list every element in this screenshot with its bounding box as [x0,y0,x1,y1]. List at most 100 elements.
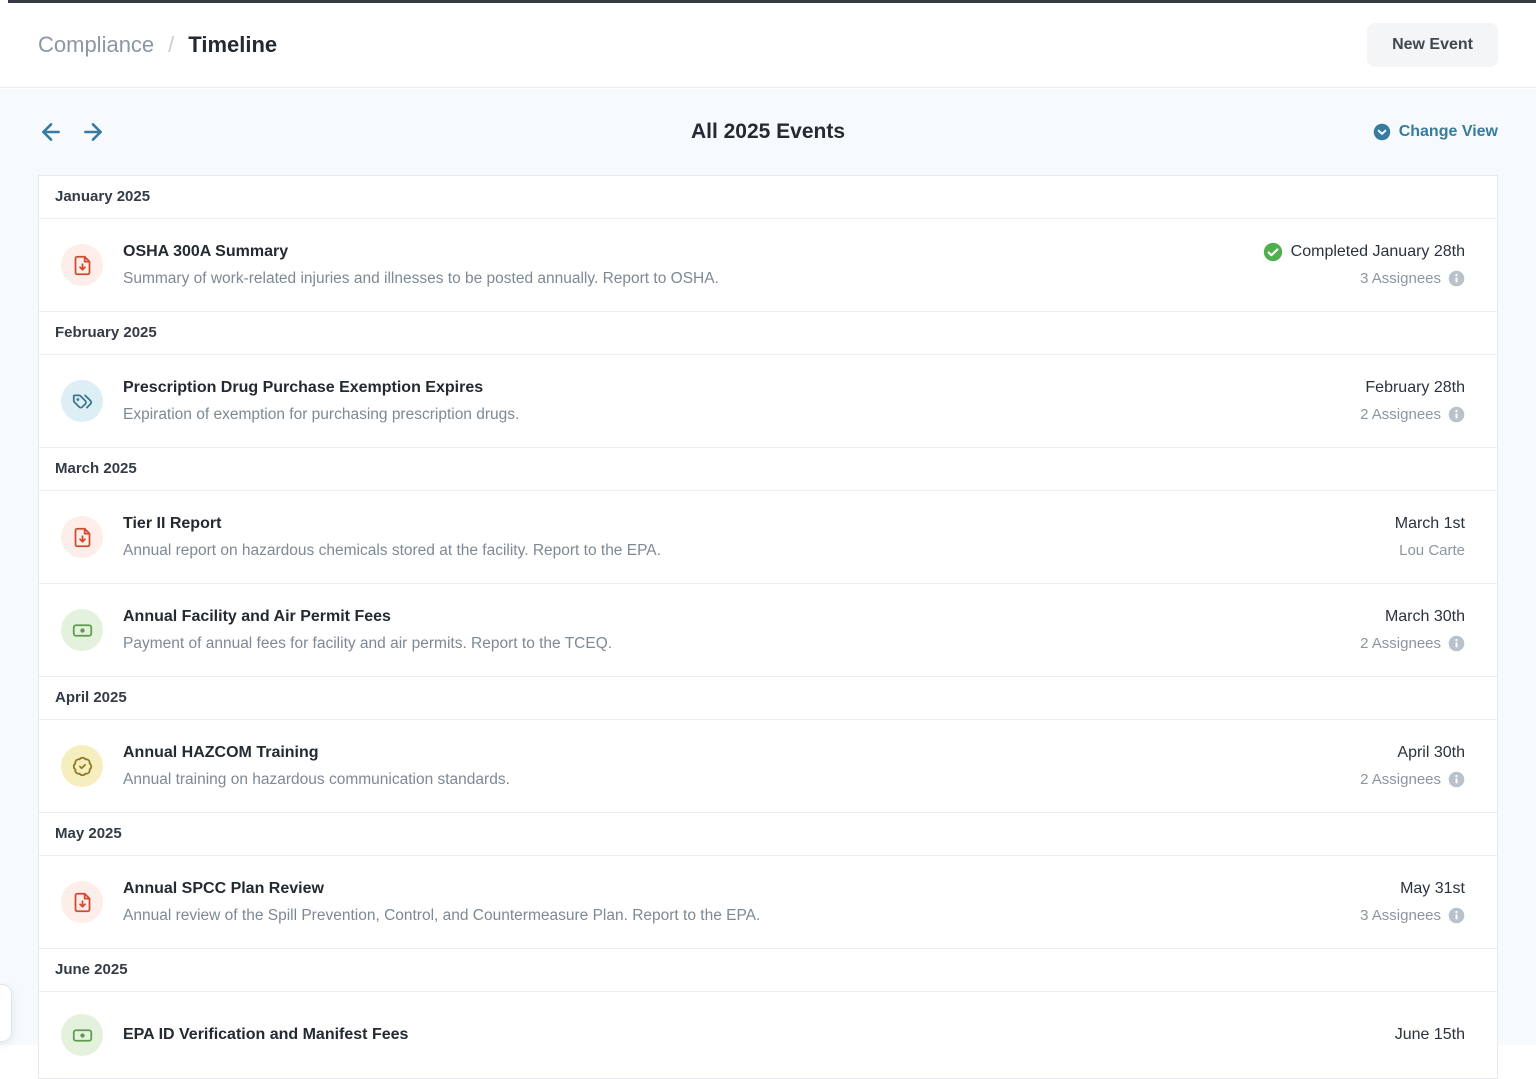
month-header: January 2025 [39,176,1497,219]
event-meta: April 30th 2 Assignees [1360,742,1465,790]
event-text: Annual HAZCOM Training Annual training on… [123,742,1340,790]
timeline-card: January 2025 OSHA 300A SummarySummary of … [38,175,1498,1079]
file-download-icon [61,881,103,923]
breadcrumb-compliance[interactable]: Compliance [38,32,154,58]
month-label: May 2025 [55,825,122,842]
info-icon[interactable] [1448,771,1465,788]
event-date-label: Completed January 28th [1291,241,1465,263]
timeline-event-row[interactable]: EPA ID Verification and Manifest Fees Jun… [39,992,1497,1078]
event-assignees-label: 2 Assignees [1360,633,1441,654]
event-title: Annual HAZCOM Training [123,742,1340,764]
event-title: OSHA 300A Summary [123,241,1243,263]
event-meta: March 30th 2 Assignees [1360,606,1465,654]
badge-check-icon [61,745,103,787]
info-icon[interactable] [1448,406,1465,423]
event-assignees: Lou Carte [1395,540,1465,561]
arrow-right-icon[interactable] [80,119,106,145]
event-description: Annual training on hazardous communicati… [123,769,1340,790]
event-text: Annual SPCC Plan Review Annual review of … [123,878,1340,926]
event-date: June 15th [1395,1024,1465,1046]
info-icon[interactable] [1448,270,1465,287]
event-text: OSHA 300A SummarySummary of work-related… [123,241,1243,289]
event-assignees: 3 Assignees [1263,268,1465,289]
event-title: Prescription Drug Purchase Exemption Exp… [123,377,1340,399]
banknote-icon [61,609,103,651]
event-description: Annual report on hazardous chemicals sto… [123,540,1375,561]
chevron-down-circle-icon [1373,123,1391,141]
event-date: April 30th [1360,742,1465,764]
event-meta: Completed January 28th 3 Assignees [1263,241,1465,289]
file-download-icon [61,516,103,558]
new-event-button[interactable]: New Event [1367,23,1498,67]
page-header: Compliance / Timeline New Event [0,3,1536,88]
event-assignees-label: 2 Assignees [1360,769,1441,790]
timeline-nav [38,119,106,145]
event-text: Annual Facility and Air Permit Fees Payme… [123,606,1340,654]
page-title: All 2025 Events [0,120,1536,144]
month-label: January 2025 [55,188,150,205]
event-description: Annual review of the Spill Prevention, C… [123,905,1340,926]
arrow-left-icon[interactable] [38,119,64,145]
event-text: Prescription Drug Purchase Exemption Exp… [123,377,1340,425]
timeline-event-row[interactable]: OSHA 300A SummarySummary of work-related… [39,219,1497,312]
breadcrumb-timeline: Timeline [188,32,277,58]
event-assignees: 3 Assignees [1360,905,1465,926]
month-label: April 2025 [55,689,127,706]
completed-check-icon [1263,242,1283,262]
month-label: March 2025 [55,460,137,477]
timeline-event-row[interactable]: Tier II Report Annual report on hazardous… [39,491,1497,584]
event-description: Payment of annual fees for facility and … [123,633,1340,654]
event-meta: March 1st Lou Carte [1395,513,1465,561]
event-meta: February 28th 2 Assignees [1360,377,1465,425]
event-assignees: 2 Assignees [1360,404,1465,425]
event-assignees-label: 3 Assignees [1360,268,1441,289]
event-title: Tier II Report [123,513,1375,535]
event-text: EPA ID Verification and Manifest Fees [123,1024,1375,1046]
event-date-label: March 1st [1395,513,1465,535]
event-date: May 31st [1360,878,1465,900]
info-icon[interactable] [1448,635,1465,652]
event-date-label: May 31st [1400,878,1465,900]
event-date-label: March 30th [1385,606,1465,628]
timeline-event-row[interactable]: Annual HAZCOM Training Annual training on… [39,720,1497,813]
content-area: All 2025 Events Change View January 2025… [0,89,1536,1045]
event-title: Annual Facility and Air Permit Fees [123,606,1340,628]
event-date: March 1st [1395,513,1465,535]
edge-widget-handle[interactable] [0,984,12,1042]
breadcrumb: Compliance / Timeline [38,32,277,58]
banknote-icon [61,1014,103,1056]
timeline-event-row[interactable]: Annual SPCC Plan Review Annual review of … [39,856,1497,949]
event-assignees: 2 Assignees [1360,769,1465,790]
event-date: March 30th [1360,606,1465,628]
event-description: Expiration of exemption for purchasing p… [123,404,1340,425]
event-meta: June 15th [1395,1024,1465,1046]
event-date-label: June 15th [1395,1024,1465,1046]
month-header: February 2025 [39,312,1497,355]
event-date: February 28th [1360,377,1465,399]
month-header: March 2025 [39,448,1497,491]
month-header: May 2025 [39,813,1497,856]
event-title: EPA ID Verification and Manifest Fees [123,1024,1375,1046]
timeline-toolbar: All 2025 Events Change View [0,89,1536,175]
month-label: February 2025 [55,324,157,341]
event-meta: May 31st 3 Assignees [1360,878,1465,926]
change-view-button[interactable]: Change View [1373,123,1498,141]
event-title: Annual SPCC Plan Review [123,878,1340,900]
change-view-label: Change View [1399,123,1498,141]
event-date: Completed January 28th [1263,241,1465,263]
breadcrumb-separator: / [168,32,174,58]
event-assignees: 2 Assignees [1360,633,1465,654]
file-download-icon [61,244,103,286]
timeline-event-row[interactable]: Annual Facility and Air Permit Fees Payme… [39,584,1497,677]
timeline-event-row[interactable]: Prescription Drug Purchase Exemption Exp… [39,355,1497,448]
month-header: April 2025 [39,677,1497,720]
info-icon[interactable] [1448,907,1465,924]
event-text: Tier II Report Annual report on hazardous… [123,513,1375,561]
event-assignees-label: Lou Carte [1399,540,1465,561]
month-header: June 2025 [39,949,1497,992]
tags-icon [61,380,103,422]
event-assignees-label: 3 Assignees [1360,905,1441,926]
month-label: June 2025 [55,961,128,978]
event-date-label: April 30th [1397,742,1465,764]
event-assignees-label: 2 Assignees [1360,404,1441,425]
